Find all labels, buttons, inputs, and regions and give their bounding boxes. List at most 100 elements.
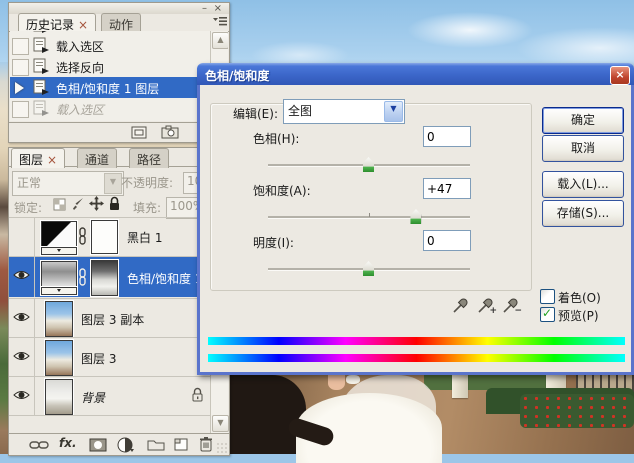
layer-thumbnail[interactable] [45, 301, 73, 337]
hue-input[interactable] [423, 126, 471, 147]
photo-wedding-scene [224, 375, 634, 454]
chevron-down-icon[interactable]: ▼ [104, 173, 122, 194]
chevron-down-icon[interactable]: ▼ [384, 101, 403, 122]
layer-mask-thumbnail[interactable] [91, 260, 118, 296]
hue-label: 色相(H): [253, 130, 299, 147]
visibility-toggle[interactable] [9, 299, 35, 337]
photo-red-flowers [520, 394, 634, 428]
history-source-well[interactable] [12, 101, 29, 118]
result-hue-spectrum-bar [208, 354, 625, 362]
history-item[interactable]: 选择反向 [10, 56, 211, 77]
adjustment-thumbnail[interactable] [41, 261, 77, 287]
panel-minimize-icon[interactable]: – [202, 4, 207, 13]
dialog-title: 色相/饱和度 [205, 69, 269, 83]
history-item-disabled[interactable]: 色相/饱和度 2 图层 [10, 119, 211, 121]
history-item-selected[interactable]: 色相/饱和度 1 图层 [10, 77, 211, 98]
panel-resize-grip[interactable] [216, 442, 227, 453]
history-current-state-marker[interactable] [15, 82, 24, 94]
tab-layers[interactable]: 图层× [11, 148, 65, 168]
history-source-well[interactable] [12, 59, 29, 76]
visibility-toggle[interactable] [9, 377, 35, 415]
saturation-slider[interactable] [268, 216, 470, 219]
photo-hair-flower [346, 375, 360, 384]
opacity-label: 不透明度: [121, 174, 173, 191]
tab-close-icon[interactable]: × [78, 18, 88, 32]
tab-actions[interactable]: 动作 [101, 13, 141, 33]
layer-style-fx-icon[interactable]: fx. [59, 436, 77, 450]
scroll-up-icon[interactable]: ▲ [212, 32, 228, 49]
adjustment-thumbnail[interactable] [41, 221, 77, 247]
history-tab-bar: 历史记录× 动作 [9, 13, 229, 32]
layer-mask-thumbnail[interactable] [91, 220, 118, 254]
layer-row-blackwhite1[interactable]: 黑白 1 [9, 218, 212, 256]
fill-label: 填充: [133, 199, 161, 216]
dialog-body: 编辑(E): 全图 ▼ 色相(H): 饱和度(A): 明度(I): + [197, 85, 634, 375]
colorize-checkbox[interactable] [540, 289, 555, 304]
save-button[interactable]: 存储(S)... [542, 200, 624, 227]
lock-position-move-icon[interactable] [89, 196, 104, 211]
layer-name: 图层 3 [81, 350, 116, 367]
new-layer-icon[interactable] [173, 437, 189, 452]
load-button[interactable]: 载入(L)... [542, 171, 624, 198]
visibility-toggle[interactable] [9, 218, 35, 256]
cancel-button[interactable]: 取消 [542, 135, 624, 162]
history-item-label: 载入选区 [56, 38, 104, 55]
photo-bride-head [328, 375, 345, 390]
ok-button[interactable]: 确定 [542, 107, 624, 134]
photo-pillar [452, 375, 468, 398]
blend-mode-select[interactable]: 正常 ▼ [12, 171, 124, 196]
panel-close-icon[interactable]: × [214, 4, 222, 13]
history-item[interactable]: 载入选区 [10, 35, 211, 56]
history-source-well[interactable] [12, 38, 29, 55]
layer-row-background[interactable]: 背景 [9, 377, 212, 415]
scroll-down-icon[interactable]: ▼ [212, 415, 229, 432]
photo-groom [224, 375, 306, 454]
visibility-toggle[interactable] [9, 257, 35, 297]
lightness-label: 明度(I): [253, 234, 294, 251]
history-item-label: 载入选区 [56, 101, 104, 118]
layers-tab-bar: 图层× 通道 路径 [9, 148, 229, 167]
lock-transparency-icon[interactable] [53, 198, 66, 211]
tab-channels[interactable]: 通道 [77, 148, 117, 168]
mask-link-icon[interactable] [78, 227, 87, 245]
layer-row-layer3copy[interactable]: 图层 3 副本 [9, 299, 212, 337]
add-layer-mask-icon[interactable] [89, 438, 107, 452]
layer-thumbnail[interactable] [45, 340, 73, 376]
new-document-from-state-icon[interactable] [131, 126, 148, 139]
edit-label: 编辑(E): [230, 105, 281, 122]
eyedropper-icon[interactable] [452, 296, 470, 314]
panel-flyout-icon[interactable] [213, 16, 227, 27]
delete-layer-trash-icon[interactable] [199, 436, 213, 452]
layer-name: 黑白 1 [127, 229, 162, 246]
eyedropper-minus-icon[interactable]: − [502, 296, 520, 314]
hue-slider[interactable] [268, 164, 470, 167]
layer-row-layer3[interactable]: 图层 3 [9, 338, 212, 376]
lightness-slider[interactable] [268, 268, 470, 271]
tab-close-icon[interactable]: × [47, 153, 57, 167]
link-layers-icon[interactable] [29, 440, 49, 450]
mask-link-icon[interactable] [78, 268, 87, 286]
saturation-input[interactable] [423, 178, 471, 199]
preview-label: 预览(P) [558, 307, 599, 324]
hue-saturation-dialog: 色相/饱和度 × 编辑(E): 全图 ▼ 色相(H): 饱和度(A): 明度(I… [197, 63, 634, 375]
lightness-input[interactable] [423, 230, 471, 251]
preview-checkbox[interactable]: ✓ [540, 307, 555, 322]
check-icon: ✓ [542, 306, 552, 320]
lock-paint-brush-icon[interactable] [71, 197, 85, 211]
adjustment-slider-icon [41, 287, 77, 295]
eyedropper-plus-icon[interactable]: + [477, 296, 495, 314]
lock-all-icon[interactable] [108, 196, 121, 211]
layer-name: 背景 [81, 389, 105, 406]
tab-history[interactable]: 历史记录× [18, 13, 96, 33]
edit-channel-select[interactable]: 全图 ▼ [283, 99, 405, 124]
history-item-disabled[interactable]: 载入选区 [10, 98, 211, 119]
source-hue-spectrum-bar [208, 337, 625, 345]
dialog-close-icon[interactable]: × [610, 66, 630, 85]
new-snapshot-camera-icon[interactable] [161, 125, 180, 139]
visibility-toggle[interactable] [9, 338, 35, 376]
tab-paths[interactable]: 路径 [129, 148, 169, 168]
layer-row-huesaturation1[interactable]: 色相/饱和度 1 [9, 257, 212, 297]
new-group-folder-icon[interactable] [147, 438, 165, 451]
layer-thumbnail[interactable] [45, 379, 73, 415]
new-adjustment-layer-icon[interactable] [117, 437, 135, 453]
